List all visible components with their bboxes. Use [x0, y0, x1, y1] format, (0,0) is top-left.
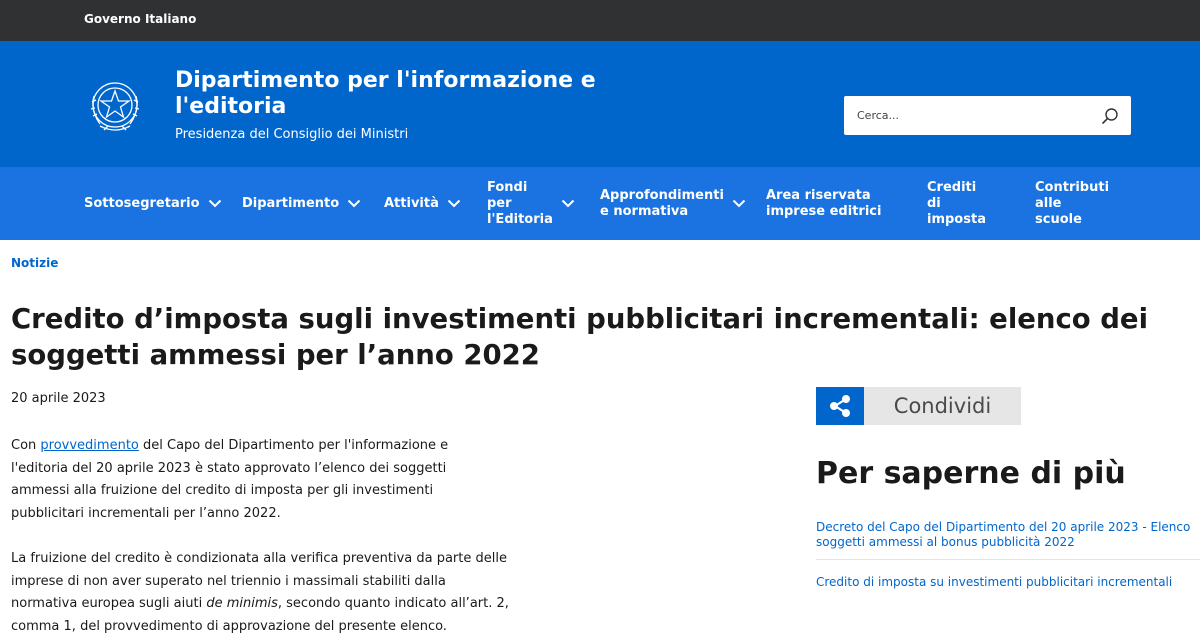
share-button[interactable]: Condividi [816, 387, 1021, 425]
chevron-down-icon [347, 199, 361, 208]
article-paragraph: La fruizione del credito è condizionata … [11, 548, 511, 634]
nav-item-label: Attività [384, 195, 439, 211]
nav-item-area-riservata[interactable]: Area riservata imprese editrici [766, 167, 881, 240]
divider [816, 559, 1200, 560]
article-date: 20 aprile 2023 [11, 391, 106, 406]
nav-item-fondi-editoria[interactable]: Fondi per l'Editoria [487, 167, 575, 240]
nav-item-label: Area riservata imprese editrici [766, 187, 882, 219]
nav-item-label: Contributi alle scuole [1035, 179, 1110, 227]
paragraph-emphasis: de minimis [206, 596, 278, 611]
nav-item-label: Dipartimento [242, 195, 340, 211]
page-title: Credito d’imposta sugli investimenti pub… [11, 303, 1149, 371]
related-link-credito[interactable]: Credito di imposta su investimenti pubbl… [816, 575, 1200, 590]
related-link-decreto[interactable]: Decreto del Capo del Dipartimento del 20… [816, 520, 1200, 550]
chevron-down-icon [208, 199, 221, 208]
share-icon [830, 395, 850, 417]
site-title[interactable]: Dipartimento per l'informazione e l'edit… [175, 68, 605, 120]
breadcrumb[interactable]: Notizie [11, 256, 58, 270]
italian-republic-emblem-icon[interactable] [86, 76, 144, 138]
site-subtitle: Presidenza del Consiglio dei Ministri [175, 127, 409, 142]
top-bar: Governo Italiano [0, 0, 1200, 41]
share-label: Condividi [893, 394, 992, 418]
main-nav: Sottosegretario Dipartimento Attività Fo… [0, 167, 1200, 240]
nav-item-crediti-imposta[interactable]: Crediti di imposta [927, 167, 986, 240]
search-input[interactable] [844, 96, 1094, 135]
nav-item-contributi-scuole[interactable]: Contributi alle scuole [1035, 167, 1109, 240]
nav-item-label: Sottosegretario [84, 195, 200, 211]
governo-italiano-link[interactable]: Governo Italiano [84, 12, 196, 26]
nav-item-sottosegretario[interactable]: Sottosegretario [84, 167, 222, 240]
share-icon-box [816, 387, 864, 425]
search-icon[interactable] [1101, 107, 1119, 125]
chevron-down-icon [732, 199, 746, 208]
paragraph-text: Con [11, 438, 41, 453]
nav-item-label: Approfondimenti e normativa [600, 187, 724, 219]
provvedimento-link[interactable]: provvedimento [40, 438, 138, 453]
site-header: Dipartimento per l'informazione e l'edit… [0, 41, 1200, 167]
nav-item-attivita[interactable]: Attività [384, 167, 461, 240]
nav-item-dipartimento[interactable]: Dipartimento [242, 167, 361, 240]
chevron-down-icon [447, 199, 461, 208]
nav-item-label: Fondi per l'Editoria [487, 179, 553, 227]
nav-item-label: Crediti di imposta [927, 179, 986, 227]
article-paragraph: Con provvedimento del Capo del Dipartime… [11, 435, 451, 525]
more-info-heading: Per saperne di più [816, 456, 1126, 491]
search-box [844, 96, 1131, 135]
chevron-down-icon [561, 199, 575, 208]
nav-item-approfondimenti[interactable]: Approfondimenti e normativa [600, 167, 746, 240]
